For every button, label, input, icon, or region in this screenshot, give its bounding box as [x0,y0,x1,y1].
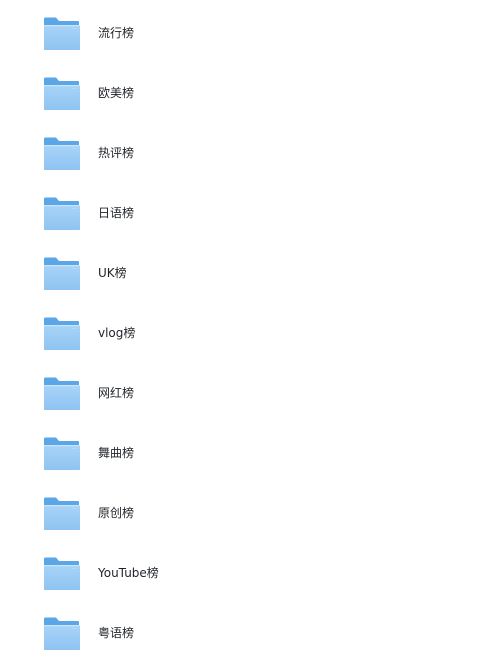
folder-label: YouTube榜 [98,566,159,580]
folder-item[interactable]: 欧美榜 [0,60,480,120]
folder-icon [43,557,80,590]
folder-label: 日语榜 [98,206,135,220]
folder-label: 粤语榜 [98,626,135,640]
folder-item[interactable]: 舞曲榜 [0,420,480,480]
folder-icon [43,77,80,110]
folder-item[interactable]: 粤语榜 [0,600,480,660]
folder-item[interactable]: 原创榜 [0,480,480,540]
folder-item[interactable]: UK榜 [0,240,480,300]
folder-label: 流行榜 [98,26,135,40]
folder-icon [43,617,80,650]
folder-icon [43,257,80,290]
folder-label: 网红榜 [98,386,135,400]
folder-label: 舞曲榜 [98,446,135,460]
folder-item[interactable]: YouTube榜 [0,540,480,600]
folder-item[interactable]: 网红榜 [0,360,480,420]
folder-item[interactable]: 流行榜 [0,0,480,60]
folder-label: 欧美榜 [98,86,135,100]
folder-item[interactable]: vlog榜 [0,300,480,360]
folder-item[interactable]: 日语榜 [0,180,480,240]
folder-item[interactable]: 热评榜 [0,120,480,180]
folder-icon [43,197,80,230]
folder-icon [43,317,80,350]
folder-list: 流行榜欧美榜热评榜日语榜 UK榜 vlog榜网红榜舞曲榜原创榜 YouTube榜 粤语榜 [0,0,480,664]
folder-label: 原创榜 [98,506,135,520]
folder-icon [43,437,80,470]
folder-icon [43,137,80,170]
folder-icon [43,17,80,50]
folder-label: vlog榜 [98,326,136,340]
folder-label: 热评榜 [98,146,135,160]
folder-icon [43,377,80,410]
folder-icon [43,497,80,530]
folder-label: UK榜 [98,266,127,280]
